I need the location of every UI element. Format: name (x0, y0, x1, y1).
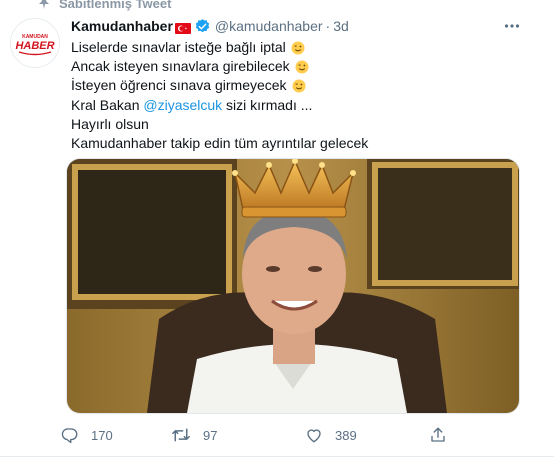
pin-icon (37, 0, 51, 10)
verified-badge-icon (194, 18, 211, 35)
tweet-line: Ancak isteyen sınavlara girebilecek (71, 57, 531, 76)
tweet-line: İsteyen öğrenci sınava girmeyecek (71, 76, 531, 95)
more-icon[interactable] (501, 15, 523, 37)
like-count: 389 (335, 427, 357, 443)
tweet-line-text: Ancak isteyen sınavlara girebilecek (71, 58, 290, 75)
pinned-label: Sabitlenmiş Tweet (59, 0, 172, 11)
tweet-line: Liselerde sınavlar isteğe bağlı iptal (71, 38, 531, 57)
tweet-line: Kamudanhaber takip edin tüm ayrıntılar g… (71, 134, 531, 153)
reply-icon (61, 428, 78, 444)
tweet-line: Hayırlı olsun (71, 115, 531, 134)
retweet-button[interactable]: 97 (171, 422, 217, 448)
tweet-line-text: sizi kırmadı ... (222, 96, 313, 113)
tweet-line-text: Kral Bakan (71, 96, 144, 113)
turkish-flag-icon (174, 21, 191, 34)
pinned-tweet-indicator: Sabitlenmiş Tweet (37, 0, 171, 11)
reply-button[interactable]: 170 (61, 422, 113, 448)
tweet-line-text: Liselerde sınavlar isteğe bağlı iptal (71, 39, 286, 55)
mention-link[interactable]: @ziyaselcuk (143, 96, 222, 115)
author-handle[interactable]: @kamudanhaber (215, 18, 323, 34)
svg-text:HABER: HABER (15, 40, 54, 52)
share-button[interactable] (429, 422, 459, 448)
winking-face-icon (292, 79, 306, 93)
reply-count: 170 (91, 427, 113, 443)
tweet-line-text: Kamudanhaber takip edin tüm ayrıntılar g… (71, 135, 369, 152)
tweet-line: Kral Bakan @ziyaselcuk sizi kırmadı ... (71, 96, 531, 115)
winking-face-icon (291, 41, 305, 55)
separator: · (325, 18, 331, 34)
author-name[interactable]: Kamudanhaber (71, 18, 173, 34)
tweet-actions: 170 97 389 (61, 422, 461, 448)
like-icon (307, 429, 321, 443)
winking-face-icon (295, 60, 309, 74)
divider (0, 456, 554, 457)
retweet-count: 97 (203, 427, 218, 443)
retweet-icon (172, 428, 190, 442)
timestamp[interactable]: 3d (333, 18, 349, 34)
tweet-line-text: Hayırlı olsun (71, 115, 149, 132)
tweet-line-text: İsteyen öğrenci sınava girmeyecek (71, 77, 287, 94)
share-icon (431, 427, 445, 442)
tweet-header: Kamudanhaber @kamudanhaber · 3d (71, 16, 349, 36)
like-button[interactable]: 389 (305, 422, 357, 448)
avatar[interactable]: KAMUDAN HABER (10, 18, 60, 68)
tweet-text: Liselerde sınavlar isteğe bağlı iptal An… (71, 38, 531, 153)
tweet-image[interactable] (66, 158, 520, 414)
